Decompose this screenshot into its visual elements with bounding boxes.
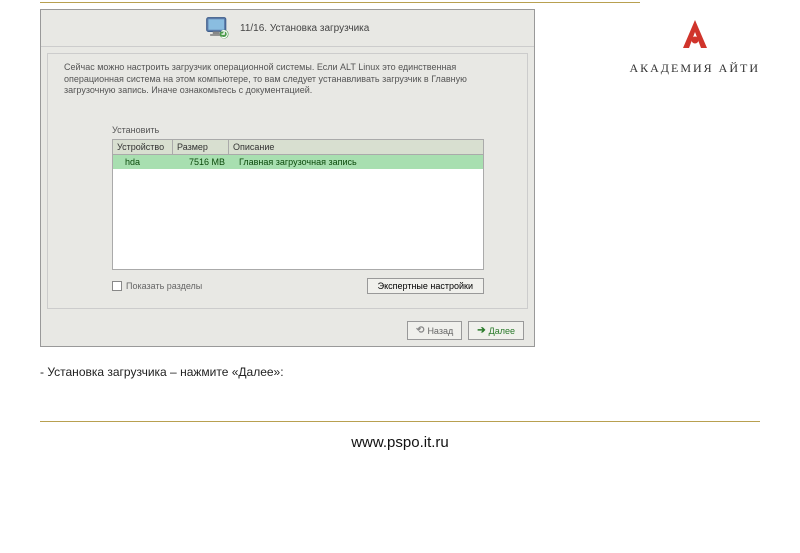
arrow-left-icon: ⟲ xyxy=(416,325,424,336)
monitor-icon xyxy=(204,14,232,42)
show-partitions-checkbox[interactable]: Показать разделы xyxy=(112,281,202,291)
col-description[interactable]: Описание xyxy=(229,140,483,154)
expert-settings-button[interactable]: Экспертные настройки xyxy=(367,278,484,294)
academy-label: АКАДЕМИЯ АЙТИ xyxy=(629,61,760,76)
logo-icon xyxy=(629,18,760,55)
cell-size: 7516 MB xyxy=(173,155,229,169)
academy-logo: АКАДЕМИЯ АЙТИ xyxy=(629,18,760,76)
bottom-rule xyxy=(40,421,760,422)
top-rule xyxy=(40,2,640,3)
table-empty-area xyxy=(113,169,483,269)
cell-device: hda xyxy=(113,155,173,169)
table-row[interactable]: hda 7516 MB Главная загрузочная запись xyxy=(113,155,483,169)
table-header: Устройство Размер Описание xyxy=(113,140,483,155)
intro-text: Сейчас можно настроить загрузчик операци… xyxy=(64,62,511,97)
checkbox-icon xyxy=(112,281,122,291)
footer-url: www.pspo.it.ru xyxy=(40,434,760,451)
title-bar: 11/16. Установка загрузчика xyxy=(41,10,534,47)
cell-desc: Главная загрузочная запись xyxy=(229,155,483,169)
nav-buttons: ⟲ Назад ➔ Далее xyxy=(41,315,534,346)
section-label: Установить xyxy=(112,125,511,135)
col-device[interactable]: Устройство xyxy=(113,140,173,154)
slide-caption: - Установка загрузчика – нажмите «Далее»… xyxy=(40,365,760,379)
back-label: Назад xyxy=(427,326,453,336)
show-partitions-label: Показать разделы xyxy=(126,281,202,291)
next-label: Далее xyxy=(489,326,515,336)
next-button[interactable]: ➔ Далее xyxy=(468,321,524,340)
arrow-right-icon: ➔ xyxy=(477,325,485,336)
device-table: Устройство Размер Описание hda 7516 MB Г… xyxy=(112,139,484,270)
back-button[interactable]: ⟲ Назад xyxy=(407,321,462,340)
col-size[interactable]: Размер xyxy=(173,140,229,154)
step-title: 11/16. Установка загрузчика xyxy=(240,23,369,34)
content-panel: Сейчас можно настроить загрузчик операци… xyxy=(47,53,528,309)
installer-window: 11/16. Установка загрузчика Сейчас можно… xyxy=(40,9,535,347)
